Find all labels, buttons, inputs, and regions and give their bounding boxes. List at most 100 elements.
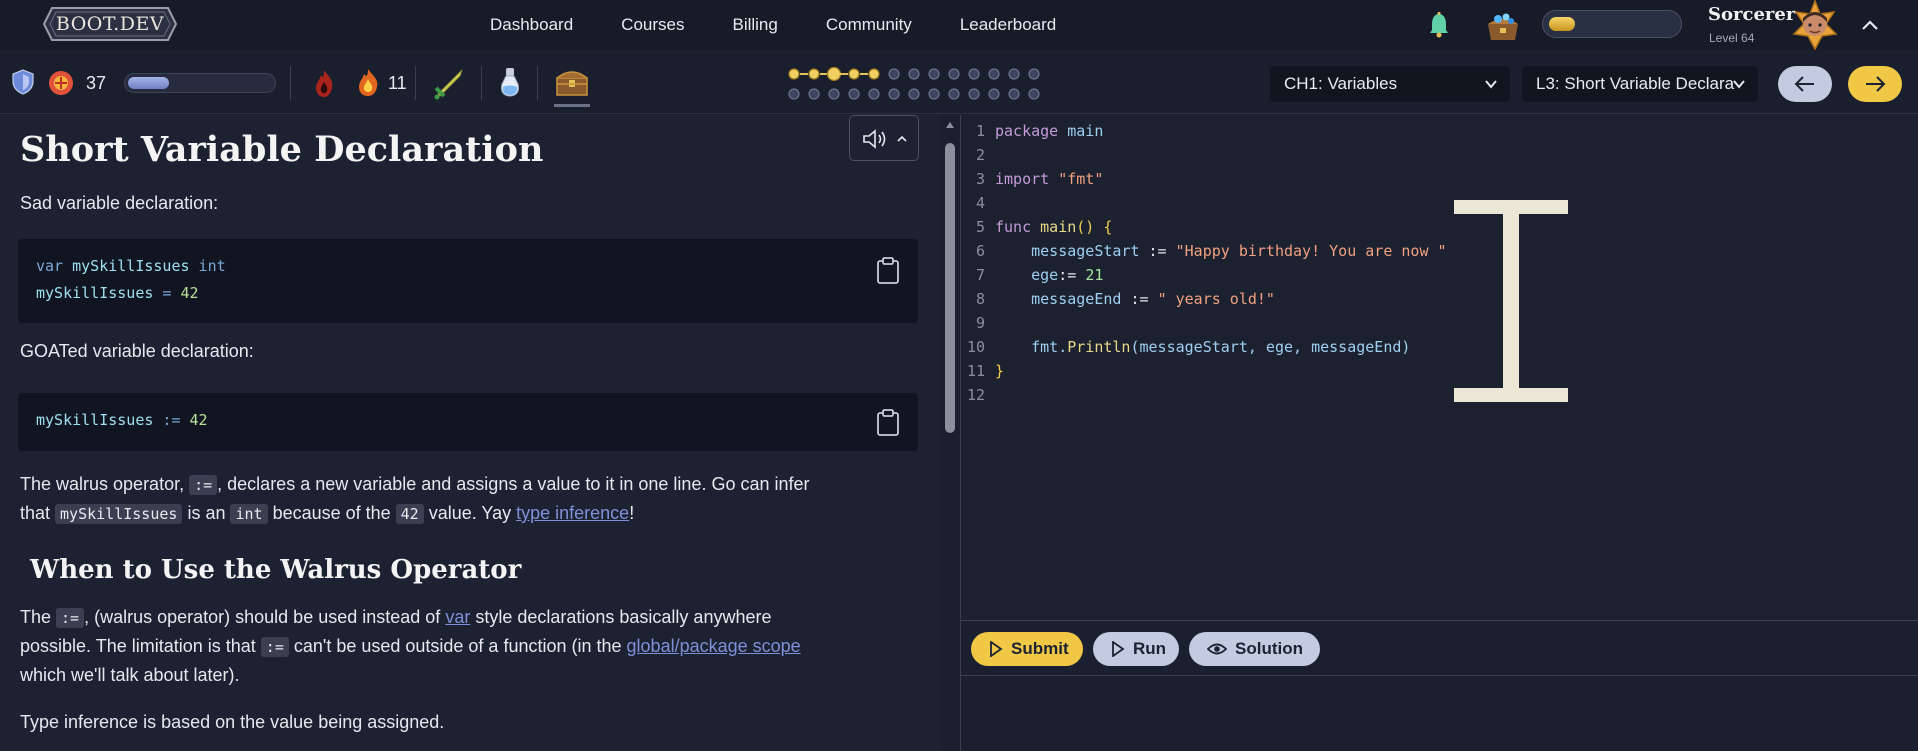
lesson-dot[interactable] bbox=[928, 88, 940, 100]
lesson-dot[interactable] bbox=[848, 88, 860, 100]
line-number: 7 bbox=[975, 266, 985, 284]
lesson-dot[interactable] bbox=[968, 68, 980, 80]
code-function: Println bbox=[1067, 338, 1131, 356]
code-punct: () { bbox=[1076, 218, 1113, 236]
chest-progress bbox=[554, 104, 590, 107]
lesson-dot[interactable] bbox=[928, 68, 940, 80]
chevron-down-icon bbox=[1733, 80, 1745, 89]
dark-flame-icon[interactable] bbox=[310, 68, 338, 98]
code-identifier: messageStart bbox=[995, 242, 1140, 260]
avatar[interactable] bbox=[1788, 0, 1842, 50]
lesson-dot[interactable] bbox=[948, 88, 960, 100]
lesson-dot[interactable] bbox=[788, 88, 800, 100]
arrow-right-icon bbox=[1866, 76, 1886, 92]
lesson-dot[interactable] bbox=[968, 88, 980, 100]
play-icon bbox=[1112, 641, 1125, 657]
nav-billing[interactable]: Billing bbox=[732, 15, 777, 35]
copy-clipboard-icon[interactable] bbox=[876, 409, 900, 437]
scroll-up-icon[interactable] bbox=[945, 121, 955, 129]
var-link[interactable]: var bbox=[445, 607, 470, 627]
nav-dashboard[interactable]: Dashboard bbox=[490, 15, 573, 35]
gem-chest-icon[interactable] bbox=[1484, 8, 1522, 42]
text: can't be used outside of a function (in … bbox=[288, 636, 627, 656]
lesson-paragraph: GOATed variable declaration: bbox=[20, 341, 254, 361]
lesson-progress-dots[interactable] bbox=[786, 64, 1056, 104]
chapter-select[interactable]: CH1: Variables bbox=[1270, 66, 1510, 102]
xp-progress-fill bbox=[128, 77, 169, 89]
lesson-dot[interactable] bbox=[908, 68, 920, 80]
lesson-dot[interactable] bbox=[868, 88, 880, 100]
nav-leaderboard[interactable]: Leaderboard bbox=[960, 15, 1056, 35]
line-number: 4 bbox=[975, 194, 985, 212]
lesson-dot[interactable] bbox=[988, 88, 1000, 100]
lesson-dot[interactable] bbox=[828, 88, 840, 100]
code-identifier: main bbox=[1058, 122, 1104, 140]
previous-lesson-button[interactable] bbox=[1778, 66, 1832, 102]
submit-button[interactable]: Submit bbox=[971, 632, 1083, 666]
lesson-select[interactable]: L3: Short Variable Declara bbox=[1522, 66, 1758, 102]
inline-code: := bbox=[56, 608, 85, 628]
lesson-dot[interactable] bbox=[988, 68, 1000, 80]
top-nav: BOOT.DEV Dashboard Courses Billing Commu… bbox=[0, 0, 1918, 50]
toolbar-divider bbox=[290, 66, 291, 100]
next-lesson-button[interactable] bbox=[1848, 66, 1902, 102]
output-console[interactable] bbox=[961, 677, 1918, 751]
package-scope-link[interactable]: global/package scope bbox=[627, 636, 801, 656]
sword-icon[interactable] bbox=[432, 66, 466, 100]
lesson-dot[interactable] bbox=[808, 88, 820, 100]
code-keyword: package bbox=[995, 122, 1059, 140]
lesson-dot[interactable] bbox=[1008, 68, 1020, 80]
copy-clipboard-icon[interactable] bbox=[876, 257, 900, 285]
lesson-dot[interactable] bbox=[888, 88, 900, 100]
bell-icon[interactable] bbox=[1428, 12, 1450, 38]
solution-button[interactable]: Solution bbox=[1189, 632, 1320, 666]
toolbar-divider bbox=[415, 66, 416, 100]
text: value. Yay bbox=[423, 503, 517, 523]
bootdev-logo[interactable]: BOOT.DEV bbox=[42, 4, 178, 44]
potion-icon[interactable] bbox=[498, 66, 522, 98]
treasure-chest-icon[interactable] bbox=[554, 64, 590, 98]
code-operator: := bbox=[153, 411, 190, 429]
streak-orb-icon[interactable] bbox=[48, 70, 74, 96]
inline-code: := bbox=[189, 475, 218, 495]
lesson-paragraph-walrus: The walrus operator, :=, declares a new … bbox=[20, 470, 920, 528]
run-label: Run bbox=[1133, 639, 1167, 658]
nav-community[interactable]: Community bbox=[826, 15, 912, 35]
type-inference-link[interactable]: type inference bbox=[516, 503, 629, 523]
gem-balance-fill bbox=[1549, 17, 1575, 31]
scrollbar-thumb[interactable] bbox=[945, 143, 955, 433]
line-number: 11 bbox=[966, 362, 985, 380]
flame-count: 11 bbox=[388, 73, 407, 93]
solution-label: Solution bbox=[1235, 639, 1303, 658]
code-string: " years old!" bbox=[1157, 290, 1275, 308]
lesson-dot[interactable] bbox=[1028, 68, 1040, 80]
nav-courses[interactable]: Courses bbox=[621, 15, 684, 35]
code-block-sad: var mySkillIssues int mySkillIssues = 42 bbox=[18, 239, 918, 323]
chevron-down-icon bbox=[1485, 80, 1497, 89]
lesson-dot[interactable] bbox=[848, 68, 860, 80]
line-number: 5 bbox=[975, 218, 985, 236]
text: which we'll talk about later). bbox=[20, 665, 240, 685]
shield-icon[interactable] bbox=[12, 69, 34, 95]
lesson-paragraph: Sad variable declaration: bbox=[20, 193, 219, 213]
flame-icon[interactable] bbox=[353, 67, 383, 97]
code-operator: := bbox=[1139, 242, 1176, 260]
user-name[interactable]: Sorcerer bbox=[1708, 4, 1795, 25]
chevron-up-icon[interactable] bbox=[1858, 14, 1882, 38]
lesson-dot[interactable] bbox=[788, 68, 800, 80]
lesson-dot[interactable] bbox=[888, 68, 900, 80]
lesson-scrollbar[interactable] bbox=[940, 115, 960, 751]
lesson-dot[interactable] bbox=[826, 66, 842, 82]
code-operator: = bbox=[153, 284, 181, 302]
run-button[interactable]: Run bbox=[1093, 632, 1179, 666]
code-editor[interactable]: 1 package main 2 3 import "fmt" 4 5 func ma… bbox=[961, 115, 1918, 620]
text: ! bbox=[629, 503, 635, 523]
audio-button[interactable] bbox=[849, 115, 919, 161]
lesson-dot[interactable] bbox=[948, 68, 960, 80]
gem-balance-bar[interactable] bbox=[1542, 10, 1682, 38]
lesson-dot[interactable] bbox=[868, 68, 880, 80]
lesson-dot[interactable] bbox=[1028, 88, 1040, 100]
lesson-dot[interactable] bbox=[1008, 88, 1020, 100]
lesson-dot[interactable] bbox=[908, 88, 920, 100]
lesson-dot[interactable] bbox=[808, 68, 820, 80]
